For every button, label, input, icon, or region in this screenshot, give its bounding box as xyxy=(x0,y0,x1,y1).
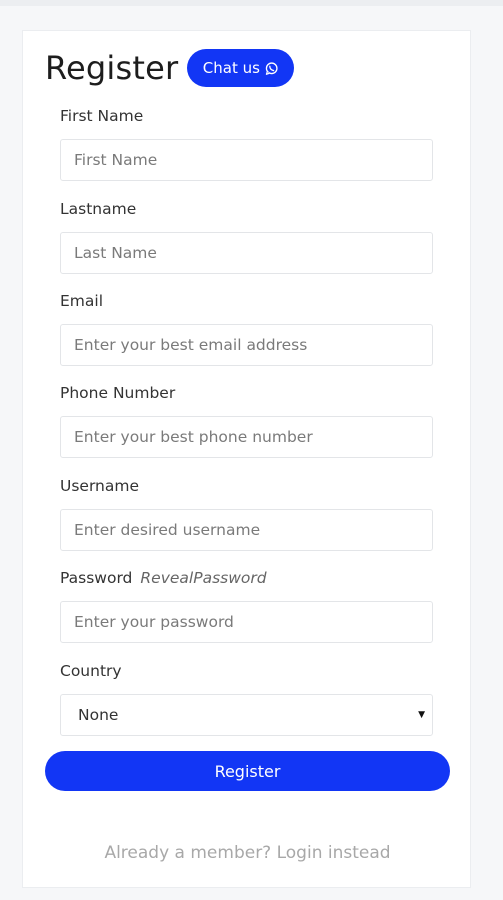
email-group: Email xyxy=(60,290,433,366)
dropdown-caret-icon: ▼ xyxy=(418,710,425,720)
last-name-label: Lastname xyxy=(60,200,137,218)
password-label-row: Password RevealPassword xyxy=(60,567,433,589)
chat-us-label: Chat us xyxy=(202,59,260,77)
phone-label: Phone Number xyxy=(60,384,176,402)
last-name-input[interactable] xyxy=(60,232,433,274)
first-name-input[interactable] xyxy=(60,139,433,181)
login-instead-link[interactable]: Already a member? Login instead xyxy=(23,843,472,863)
first-name-group: First Name xyxy=(60,105,433,181)
email-label: Email xyxy=(60,292,104,310)
country-label: Country xyxy=(60,662,122,680)
whatsapp-icon xyxy=(264,61,279,76)
top-bar xyxy=(0,0,503,6)
password-input[interactable] xyxy=(60,601,433,643)
register-button[interactable]: Register xyxy=(45,751,450,791)
username-group: Username xyxy=(60,475,433,551)
page-title: Register xyxy=(45,49,179,87)
header-row: Register Chat us xyxy=(45,43,295,93)
username-input[interactable] xyxy=(60,509,433,551)
register-card: Register Chat us First Name Lastname Ema… xyxy=(22,30,471,888)
phone-group: Phone Number xyxy=(60,382,433,458)
chat-us-button[interactable]: Chat us xyxy=(187,49,295,87)
password-group: Password RevealPassword xyxy=(60,567,433,643)
reveal-password-toggle[interactable]: RevealPassword xyxy=(140,569,266,587)
phone-input[interactable] xyxy=(60,416,433,458)
username-label: Username xyxy=(60,477,140,495)
email-input[interactable] xyxy=(60,324,433,366)
country-group: Country None ▼ xyxy=(60,660,433,736)
country-select[interactable]: None ▼ xyxy=(60,694,433,736)
last-name-group: Lastname xyxy=(60,198,433,274)
country-selected-value: None xyxy=(78,706,119,724)
password-label: Password xyxy=(60,569,133,587)
first-name-label: First Name xyxy=(60,107,144,125)
